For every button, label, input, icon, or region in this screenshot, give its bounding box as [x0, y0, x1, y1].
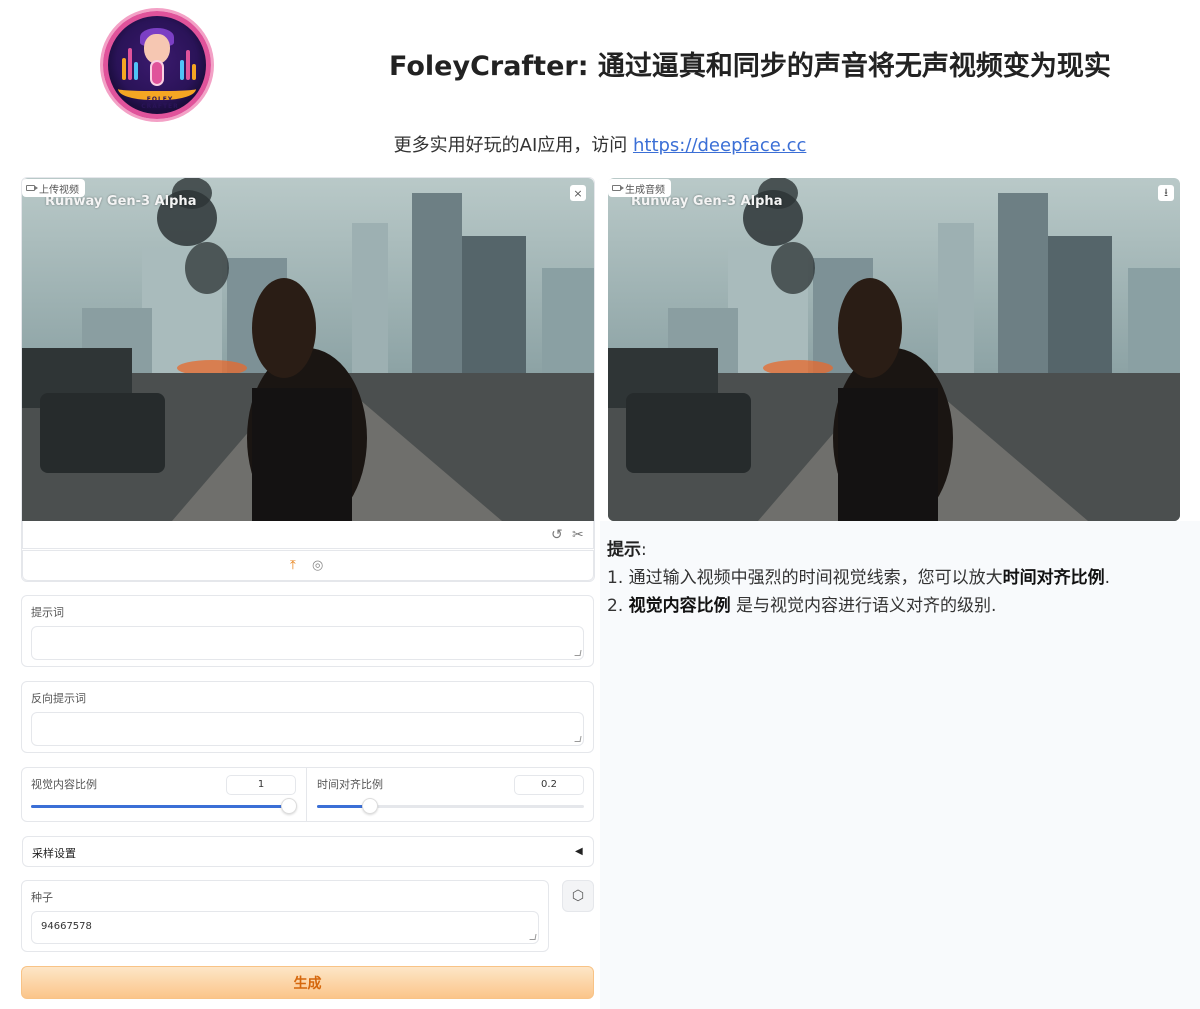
webcam-icon[interactable]: ◎ [312, 558, 323, 573]
video-source-toolbar: ⤒ ◎ [22, 550, 594, 581]
generated-audio-label: 生成音频 [608, 179, 671, 197]
page-title: FoleyCrafter: 通过逼真和同步的声音将无声视频变为现实 [389, 51, 1111, 82]
resize-handle[interactable] [574, 736, 582, 742]
undo-icon[interactable]: ↺ [551, 527, 563, 543]
upload-video-label: 上传视频 [22, 179, 85, 197]
seed-input[interactable]: 94667578 [31, 911, 539, 944]
generate-button[interactable]: 生成 [21, 966, 594, 999]
page-subtitle: 更多实用好玩的AI应用，访问 https://deepface.cc [393, 135, 807, 156]
collapse-arrow-icon: ◀ [575, 846, 583, 857]
scissors-icon[interactable]: ✂ [572, 527, 584, 543]
negative-prompt-label: 反向提示词 [31, 692, 86, 705]
generated-video-player[interactable] [608, 178, 1180, 521]
visual-content-ratio-thumb[interactable] [281, 798, 297, 814]
dice-icon: ⬡ [571, 888, 585, 904]
video-edit-toolbar: ↺ ✂ [22, 521, 594, 549]
upload-video-player[interactable] [22, 178, 594, 521]
sampling-settings-accordion[interactable]: 采样设置 ◀ [22, 836, 594, 867]
temporal-align-ratio-label: 时间对齐比例 [317, 778, 383, 791]
close-icon[interactable]: × [570, 185, 586, 201]
tip-item-1: 1. 通过输入视频中强烈的时间视觉线索，您可以放大时间对齐比例. [607, 568, 1111, 588]
seed-label: 种子 [31, 891, 53, 904]
tip-item-2: 2. 视觉内容比例 是与视觉内容进行语义对齐的级别. [607, 596, 997, 616]
negative-prompt-input[interactable] [31, 712, 584, 746]
video-camera-icon [612, 185, 624, 191]
random-seed-button[interactable]: ⬡ [562, 880, 594, 912]
sampling-settings-label: 采样设置 [32, 847, 76, 860]
visual-content-ratio-label: 视觉内容比例 [31, 778, 97, 791]
upload-icon[interactable]: ⤒ [290, 558, 296, 573]
foleycrafter-logo: FOLEY CRAFTER [103, 11, 211, 119]
prompt-input[interactable] [31, 626, 584, 660]
resize-handle[interactable] [529, 934, 537, 940]
visual-content-ratio-fill [31, 805, 289, 808]
resize-handle[interactable] [574, 650, 582, 656]
ratio-sliders-block [21, 767, 594, 822]
deepface-link[interactable]: https://deepface.cc [633, 135, 806, 156]
prompt-label: 提示词 [31, 606, 64, 619]
temporal-align-ratio-input[interactable]: 0.2 [514, 775, 584, 795]
tips-section: 提示: 1. 通过输入视频中强烈的时间视觉线索，您可以放大时间对齐比例. 2. … [607, 536, 1187, 620]
download-icon[interactable]: ⭳ [1158, 185, 1174, 201]
visual-content-ratio-input[interactable]: 1 [226, 775, 296, 795]
video-camera-icon [26, 185, 38, 191]
